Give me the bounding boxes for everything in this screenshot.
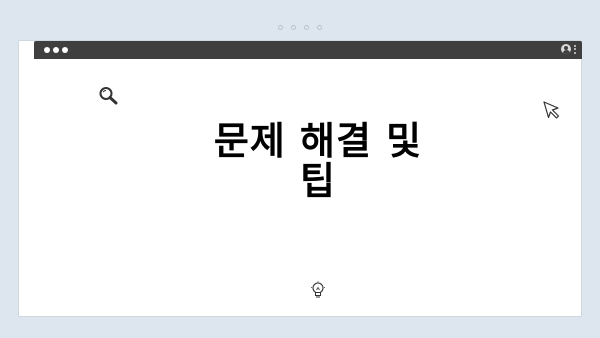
headline-line-2: 팁 [300,159,336,203]
window-titlebar [34,41,582,59]
page-indicator-dot [317,25,322,30]
search-icon [99,87,118,105]
cursor-arrow-icon [543,101,560,119]
page-indicator-dot [291,25,296,30]
kebab-menu-icon[interactable] [574,44,576,54]
browser-window: 문제 해결 및 팁 [18,40,582,317]
page-indicator [0,25,600,30]
window-control-dot[interactable] [62,47,68,53]
page-indicator-dot [304,25,309,30]
headline-line-1: 문제 해결 및 [213,119,423,163]
page-headline: 문제 해결 및 팁 [158,121,478,201]
window-control-dot[interactable] [44,47,50,53]
window-controls [44,47,68,53]
lightbulb-icon [311,281,325,298]
window-control-dot[interactable] [53,47,59,53]
page-content: 문제 해결 및 팁 [34,59,582,314]
titlebar-actions [561,44,576,54]
page-indicator-dot [278,25,283,30]
user-icon[interactable] [561,44,571,54]
